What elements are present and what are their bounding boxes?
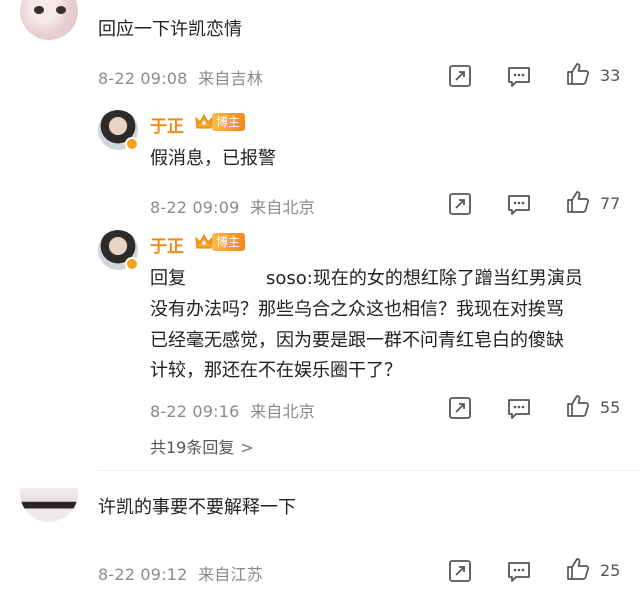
comment-icon[interactable]	[506, 395, 532, 421]
comment-date: 8-22 09:12	[98, 565, 188, 584]
comment-location: 来自吉林	[198, 69, 263, 88]
view-all-replies-link[interactable]: 共19条回复 >	[150, 434, 254, 458]
reply-date: 8-22 09:09	[150, 198, 240, 217]
crown-icon	[195, 113, 213, 129]
divider	[98, 470, 640, 471]
reply-line3: 已经毫无感觉，因为要是跟一群不问青红皂白的傻缺	[150, 330, 564, 351]
share-icon[interactable]	[447, 191, 473, 217]
replies-count-label: 共19条回复	[150, 438, 235, 457]
reply-text: 假消息，已报警	[150, 148, 276, 169]
reply-line4: 计较，那还在不在娱乐圈干了？	[150, 360, 402, 381]
reply-prefix: 回复	[150, 268, 186, 289]
crown-icon	[195, 233, 213, 249]
reply-meta: 8-22 09:16 来自北京	[150, 398, 315, 422]
redacted-mention	[186, 269, 266, 289]
commenter-avatar[interactable]	[20, 0, 78, 40]
reply-date: 8-22 09:16	[150, 402, 240, 421]
reply-location: 来自北京	[250, 198, 315, 217]
commenter-avatar[interactable]	[20, 488, 78, 522]
reply-meta: 8-22 09:09 来自北京	[150, 194, 315, 218]
comment-text: 回应一下许凯恋情	[98, 19, 242, 40]
comment-meta: 8-22 09:08 来自吉林	[98, 65, 263, 89]
reply-line2: 没有办法吗？那些乌合之众这也相信？我现在对挨骂	[150, 299, 564, 320]
verified-icon	[125, 257, 139, 271]
share-icon[interactable]	[447, 63, 473, 89]
thumbs-up-icon[interactable]	[565, 61, 591, 87]
reply-text-line1: 回复 soso:现在的女的想红除了蹭当红男演员	[150, 263, 583, 294]
comment-icon[interactable]	[506, 558, 532, 584]
blogger-badge: 博主	[212, 233, 246, 251]
like-count: 33	[600, 66, 621, 85]
thumbs-up-icon[interactable]	[565, 393, 591, 419]
comment-date: 8-22 09:08	[98, 69, 188, 88]
like-count: 25	[600, 561, 621, 580]
reply-line1: 现在的女的想红除了蹭当红男演员	[312, 268, 583, 289]
like-count: 55	[600, 398, 621, 417]
verified-icon	[125, 137, 139, 151]
author-name[interactable]: 于正	[150, 112, 184, 137]
comment-icon[interactable]	[506, 63, 532, 89]
blogger-badge: 博主	[212, 113, 246, 131]
reply-location: 来自北京	[250, 402, 315, 421]
author-name[interactable]: 于正	[150, 232, 184, 257]
comment-meta: 8-22 09:12 来自江苏	[98, 561, 263, 585]
comment-icon[interactable]	[506, 191, 532, 217]
share-icon[interactable]	[447, 558, 473, 584]
like-count: 77	[600, 194, 621, 213]
comment-text: 许凯的事要不要解释一下	[98, 497, 296, 518]
thumbs-up-icon[interactable]	[565, 189, 591, 215]
thumbs-up-icon[interactable]	[565, 556, 591, 582]
chevron-right-icon: >	[240, 438, 254, 457]
comment-location: 来自江苏	[198, 565, 263, 584]
mention-user[interactable]: soso:	[266, 268, 313, 289]
share-icon[interactable]	[447, 395, 473, 421]
